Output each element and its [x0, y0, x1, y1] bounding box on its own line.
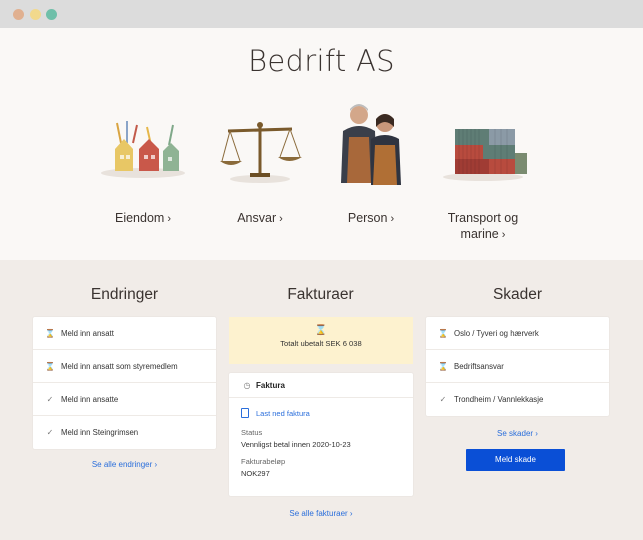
unpaid-total: Totalt ubetalt SEK 6 038 [280, 339, 362, 348]
endringer-list: ⌛ Meld inn ansatt ⌛ Meld inn ansatt som st… [33, 317, 216, 449]
window-titlebar [0, 0, 643, 28]
hourglass-icon: ⌛ [438, 328, 448, 338]
category-label: Eiendom › [114, 211, 171, 225]
amount-label: Fakturabeløp [241, 457, 286, 466]
see-all-fakturaer-link[interactable]: Se alle fakturaer › [229, 509, 413, 518]
close-window-dot[interactable] [13, 9, 24, 20]
list-item[interactable]: ⌛ Bedriftsansvar [426, 350, 609, 383]
containers-icon [433, 103, 533, 198]
check-icon: ✓ [46, 394, 54, 404]
company-title: Bedrift AS [248, 44, 395, 78]
unpaid-notice: ⌛ Totalt ubetalt SEK 6 038 [229, 317, 413, 364]
maximize-window-dot[interactable] [46, 9, 57, 20]
invoice-card-header: ◷ Faktura [229, 373, 413, 398]
skader-title: Skader [492, 286, 543, 303]
report-damage-button[interactable]: Meld skade [466, 449, 565, 471]
download-invoice-link[interactable]: Last ned faktura [241, 408, 401, 418]
houses-icon [93, 103, 193, 198]
category-label: Person › [347, 211, 395, 225]
hourglass-icon: ⌛ [438, 361, 448, 371]
scales-icon [210, 103, 310, 198]
check-icon: ✓ [439, 395, 447, 404]
endringer-title: Endringer [90, 286, 159, 303]
list-item[interactable]: ✓ Trondheim / Vannlekkasje [426, 383, 609, 416]
people-photo [321, 97, 421, 192]
see-all-endringer-link[interactable]: Se alle endringer › [33, 460, 216, 469]
hourglass-icon: ⌛ [45, 361, 55, 371]
document-icon [241, 408, 249, 418]
category-eiendom[interactable]: Eiendom › [78, 103, 208, 227]
category-transport-og-marine[interactable]: Transport og marine › [418, 103, 548, 243]
chevron-right-icon: › [501, 229, 506, 241]
amount-value: NOK297 [241, 469, 270, 478]
hourglass-icon: ⌛ [314, 325, 328, 336]
list-item[interactable]: ✓ Meld inn Steingrimsen [33, 416, 216, 449]
list-item[interactable]: ⌛ Meld inn ansatt [33, 317, 216, 350]
chevron-right-icon: › [167, 213, 171, 225]
chevron-right-icon: › [390, 213, 395, 225]
check-icon: ✓ [46, 428, 54, 437]
list-item[interactable]: ✓ Meld inn ansatte [33, 383, 216, 416]
see-skader-link[interactable]: Se skader › [426, 429, 609, 438]
category-person[interactable]: Person › [306, 103, 436, 227]
status-value: Vennligst betal innen 2020-10-23 [241, 440, 351, 449]
invoice-card: ◷ Faktura Last ned faktura Status Vennli… [229, 373, 413, 496]
status-label: Status [241, 428, 263, 437]
fakturaer-title: Fakturaer [287, 286, 354, 303]
chevron-right-icon: › [279, 213, 283, 225]
category-label: Transport og marine › [447, 211, 519, 241]
list-item[interactable]: ⌛ Meld inn ansatt som styremedlem [33, 350, 216, 383]
clock-icon: ◷ [243, 380, 251, 390]
list-item[interactable]: ⌛ Oslo / Tyveri og hærverk [426, 317, 609, 350]
skader-list: ⌛ Oslo / Tyveri og hærverk ⌛ Bedriftsansva… [426, 317, 609, 416]
hourglass-icon: ⌛ [45, 328, 55, 338]
minimize-window-dot[interactable] [30, 9, 41, 20]
